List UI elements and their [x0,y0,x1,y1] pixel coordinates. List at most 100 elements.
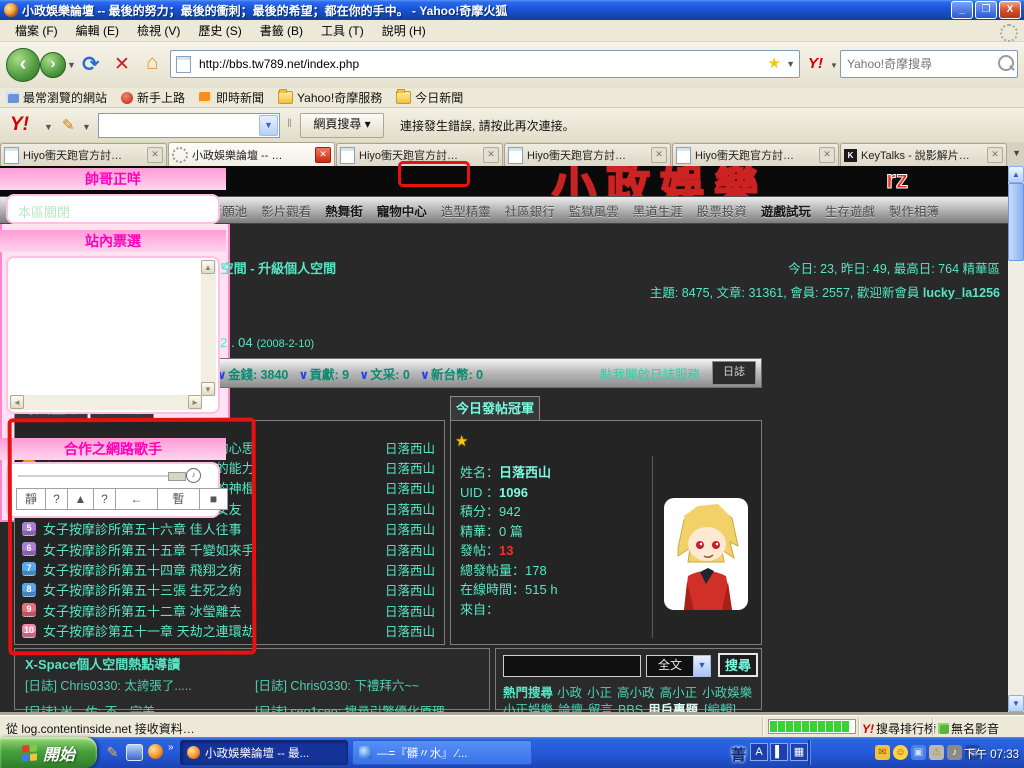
xspace-entry-link[interactable]: [日誌] seo1seo: 搜尋引擎優化原理 [255,701,483,712]
journal-service-link[interactable]: 點我開啟日誌服務 [600,364,700,383]
hot-search-term[interactable]: 高小政 [617,686,655,700]
hot-search-term[interactable]: 留言 [588,703,613,712]
thread-author-link[interactable]: 日落西山 [385,601,435,620]
yahoo-logo-dropdown-icon[interactable]: ▼ [44,122,53,132]
tray-volume-icon[interactable]: ♪ [947,745,962,760]
ime-language-icon[interactable]: 菁 [731,744,746,765]
quicklaunch-pen-icon[interactable]: ✎ [104,744,121,761]
bookmark-star-icon[interactable]: ★ [768,54,781,72]
home-button[interactable]: ⌂ [146,51,159,75]
search-scope-select[interactable]: 全文 [646,655,694,677]
reload-button[interactable]: ⟳ [82,52,100,77]
yahoo-toolbar-logo-icon[interactable]: Y! [10,114,29,136]
site-nav-item[interactable]: 生存遊戲 [825,201,875,220]
hot-search-term[interactable]: 小政娛樂 [702,686,752,700]
toolbar-search-input[interactable] [845,54,995,74]
page-scroll-thumb[interactable] [1008,183,1024,261]
tray-mail-icon[interactable]: ✉ [875,745,890,760]
search-rank-link[interactable]: Y!搜尋排行榜 [862,720,936,737]
history-dropdown-icon[interactable]: ▼ [67,60,76,70]
pencil-dropdown-icon[interactable]: ▼ [82,122,91,132]
thread-author-link[interactable]: 日落西山 [385,458,435,477]
thread-author-link[interactable]: 日落西山 [385,499,435,518]
site-nav-item[interactable]: 社區銀行 [505,201,555,220]
page-scroll-down-icon[interactable]: ▼ [1008,695,1024,712]
ime-keyboard-icon[interactable]: ▦ [790,743,808,761]
page-scroll-up-icon[interactable]: ▲ [1008,166,1024,183]
hot-search-edit-link[interactable]: [編輯] [704,703,736,712]
hot-search-term[interactable]: 高小正 [660,686,698,700]
tab-list-dropdown-icon[interactable]: ▼ [1012,148,1021,158]
thread-author-link[interactable]: 日落西山 [385,621,435,640]
browser-tab[interactable]: Hiyo衝天跑官方討…✕ [672,143,839,166]
thread-author-link[interactable]: 日落西山 [385,478,435,497]
menu-item[interactable]: 歷史 (S) [189,20,250,41]
combo-dropdown-icon[interactable]: ▼ [259,115,278,136]
thread-author-link[interactable]: 日落西山 [385,519,435,538]
hot-search-term[interactable]: 論壇 [558,703,583,712]
tray-messenger-smiley-icon[interactable]: ☺ [893,745,908,760]
thread-author-link[interactable]: 日落西山 [385,560,435,579]
tab-close-icon[interactable]: ✕ [315,147,331,163]
minimize-button[interactable]: _ [951,1,973,19]
bookmark-item[interactable]: 最常瀏覽的網站 [6,89,107,106]
search-input[interactable] [503,655,641,677]
menu-item[interactable]: 工具 (T) [312,20,373,41]
bookmark-item[interactable]: Yahoo!奇摩服務 [278,89,382,106]
hot-search-term[interactable]: 小政 [557,686,582,700]
site-nav-item[interactable]: 影片觀看 [261,201,311,220]
browser-tab[interactable]: Hiyo衝天跑官方討…✕ [0,143,167,166]
url-input[interactable] [197,54,761,74]
hot-search-term[interactable]: BBS [618,703,643,712]
new-member-link[interactable]: lucky_la1256 [923,286,1000,300]
menu-item[interactable]: 書籤 (B) [251,20,312,41]
search-button[interactable]: 搜尋 [718,653,758,677]
thread-author-link[interactable]: 日落西山 [385,580,435,599]
thread-author-link[interactable]: 日落西山 [385,540,435,559]
close-button[interactable]: X [999,1,1021,19]
menu-item[interactable]: 說明 (H) [373,20,435,41]
site-nav-item[interactable]: 股票投資 [697,201,747,220]
xspace-entry-link[interactable]: [日誌] Chris0330: 太誇張了..... [25,675,255,694]
ime-alphanumeric-icon[interactable]: A [750,743,768,761]
magnifier-icon[interactable] [998,55,1014,71]
thread-author-link[interactable]: 日落西山 [385,438,435,457]
scroll-down-icon[interactable]: ▼ [201,382,215,396]
hot-search-term-bold[interactable]: 用戶專題 [648,703,698,712]
site-nav-item[interactable]: 熱舞街 [325,201,363,220]
tray-network-icon[interactable]: ▣ [911,745,926,760]
bookmark-item[interactable]: 今日新聞 [396,89,463,106]
page-scrollbar[interactable]: ▲ ▼ [1008,166,1024,712]
menu-item[interactable]: 檢視 (V) [128,20,189,41]
wretch-video-link[interactable]: 無名影音 [938,720,999,737]
scroll-left-icon[interactable]: ◄ [10,395,24,409]
scroll-up-icon[interactable]: ▲ [201,260,215,274]
tab-close-icon[interactable]: ✕ [819,147,835,163]
bookmark-item[interactable]: 即時新聞 [199,89,264,106]
hot-search-term[interactable]: 小正 [587,686,612,700]
restore-button[interactable]: ❐ [975,1,997,19]
bookmark-item[interactable]: 新手上路 [121,89,185,106]
tab-close-icon[interactable]: ✕ [147,147,163,163]
tab-close-icon[interactable]: ✕ [987,147,1003,163]
browser-tab[interactable]: Hiyo衝天跑官方討…✕ [504,143,671,166]
tab-close-icon[interactable]: ✕ [651,147,667,163]
poll-horizontal-scrollbar[interactable]: ◄ ► [10,395,202,410]
back-button[interactable]: ‹ [6,48,40,82]
browser-tab[interactable]: 小政娛樂論壇 -- …✕ [168,142,335,166]
xspace-entry-link[interactable]: [日誌] 米。佑: 不，完美 [25,701,255,712]
tab-top-poster[interactable]: 今日發帖冠軍 [450,396,540,420]
forward-button[interactable]: › [40,52,66,78]
connection-error-message[interactable]: 連接發生錯誤, 請按此再次連接。 [400,117,575,134]
search-engine-dropdown-icon[interactable]: ▼ [830,61,838,70]
xspace-entry-link[interactable]: [日誌] Chris0330: 下禮拜六~~ [255,675,483,694]
journal-badge[interactable]: 日誌 [712,361,756,385]
taskbar-task-messenger[interactable]: —=『髒〃水』 ∕... [352,740,532,765]
ime-shape-icon[interactable]: ▌ [770,743,788,761]
site-nav-item[interactable]: 寵物中心 [377,201,427,220]
quicklaunch-firefox-icon[interactable] [148,744,163,759]
site-nav-item[interactable]: 遊戲試玩 [761,201,811,220]
site-nav-item[interactable]: 監獄風雲 [569,201,619,220]
url-dropdown-icon[interactable]: ▼ [786,59,795,69]
site-nav-item[interactable]: 造型精靈 [441,201,491,220]
